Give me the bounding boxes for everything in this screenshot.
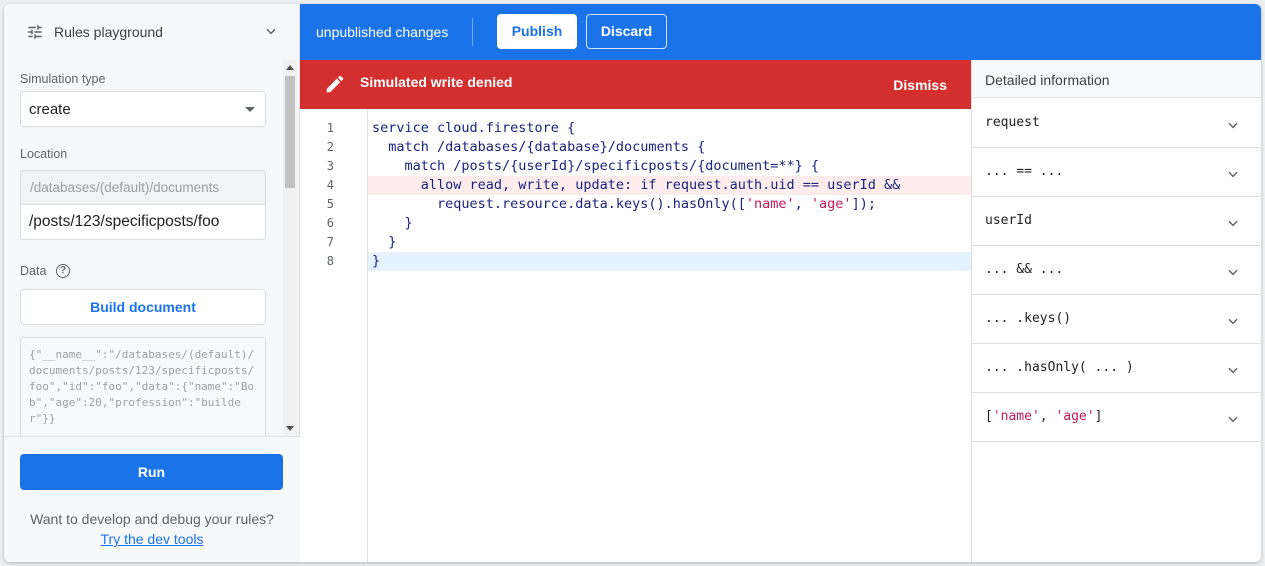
tune-icon [28, 25, 42, 39]
help-icon[interactable]: ? [56, 264, 70, 278]
detail-item-label: ... .hasOnly( ... ) [985, 360, 1134, 375]
location-input[interactable]: /posts/123/specificposts/foo [20, 204, 266, 240]
build-document-button[interactable]: Build document [20, 289, 266, 325]
chevron-down-icon[interactable] [1226, 167, 1240, 181]
playground-form: Simulation type create Location /databas… [4, 60, 300, 436]
playground-header[interactable]: Rules playground [4, 4, 300, 60]
code-line[interactable]: match /databases/{database}/documents { [368, 138, 971, 157]
line-number: 3 [326, 159, 334, 173]
chevron-down-icon[interactable] [1226, 265, 1240, 279]
code-line[interactable]: match /posts/{userId}/specificposts/{doc… [368, 157, 971, 176]
simulation-result-message: Simulated write denied [360, 74, 513, 90]
playground-title: Rules playground [54, 24, 163, 40]
detail-item-label: request [985, 115, 1040, 130]
simulation-type-value: create [29, 100, 71, 118]
scrollbar-thumb[interactable] [285, 76, 295, 188]
playground-panel: Rules playground Simulation type create … [4, 4, 300, 562]
simulation-type-select[interactable]: create [20, 91, 266, 127]
line-number: 5 [326, 197, 334, 211]
detail-item-label: ... == ... [985, 164, 1064, 179]
form-scrollbar[interactable] [283, 60, 297, 436]
detail-item[interactable]: ['name', 'age'] [972, 393, 1260, 442]
data-label: Data [20, 264, 47, 278]
code-line[interactable]: } [368, 214, 971, 233]
playground-footer: Run Want to develop and debug your rules… [4, 436, 300, 562]
dropdown-caret-icon [245, 107, 255, 112]
rules-code-editor[interactable]: 1 2 3 4 5 6 7 8 service cloud.firestore … [300, 109, 971, 562]
simulation-result-banner: Simulated write denied Dismiss [300, 60, 971, 109]
detailed-information-panel: Detailed information request ... == ... … [971, 60, 1261, 562]
chevron-down-icon[interactable] [1226, 216, 1240, 230]
code-line[interactable]: service cloud.firestore { [368, 119, 971, 138]
dev-tools-link[interactable]: Try the dev tools [4, 531, 300, 547]
detail-item[interactable]: userId [972, 197, 1260, 246]
divider [472, 18, 473, 46]
detailed-information-title: Detailed information [972, 60, 1261, 98]
line-number: 6 [326, 216, 334, 230]
pencil-icon [326, 75, 344, 93]
detail-item-label: userId [985, 213, 1032, 228]
dev-tools-prompt: Want to develop and debug your rules? [30, 511, 274, 527]
chevron-down-icon[interactable] [1226, 314, 1240, 328]
publish-button[interactable]: Publish [497, 14, 577, 49]
detail-item[interactable]: ... && ... [972, 246, 1260, 295]
line-number: 1 [326, 121, 334, 135]
location-prefix: /databases/(default)/documents [20, 170, 266, 204]
run-button[interactable]: Run [20, 454, 283, 490]
location-label: Location [20, 147, 68, 161]
unpublished-status: unpublished changes [316, 24, 449, 40]
chevron-down-icon[interactable] [264, 24, 278, 38]
detail-item[interactable]: ... == ... [972, 148, 1260, 197]
detail-item-label: ... .keys() [985, 311, 1072, 326]
publish-bar: unpublished changes Publish Discard [300, 4, 1261, 60]
detail-item-label: ['name', 'age'] [985, 409, 1103, 424]
dismiss-button[interactable]: Dismiss [893, 77, 947, 93]
line-number: 8 [326, 254, 334, 268]
line-number: 4 [326, 178, 334, 192]
detail-item[interactable]: ... .hasOnly( ... ) [972, 344, 1260, 393]
code-line-current[interactable]: } [368, 252, 971, 271]
scroll-up-arrow-icon[interactable] [286, 65, 294, 70]
line-number-gutter: 1 2 3 4 5 6 7 8 [300, 109, 368, 562]
code-line[interactable]: } [368, 233, 971, 252]
chevron-down-icon[interactable] [1226, 412, 1240, 426]
detail-item[interactable]: request [972, 99, 1260, 148]
simulation-type-label: Simulation type [20, 72, 106, 86]
discard-button[interactable]: Discard [586, 14, 667, 49]
code-line-error[interactable]: allow read, write, update: if request.au… [368, 176, 971, 195]
chevron-down-icon[interactable] [1226, 118, 1240, 132]
detail-item[interactable]: ... .keys() [972, 295, 1260, 344]
rules-playground-window: Rules playground Simulation type create … [4, 4, 1261, 562]
document-json-preview[interactable]: {"__name__":"/databases/(default)/docume… [20, 337, 266, 436]
code-line[interactable]: request.resource.data.keys().hasOnly(['n… [368, 195, 971, 214]
chevron-down-icon[interactable] [1226, 363, 1240, 377]
line-number: 7 [326, 235, 334, 249]
detail-item-label: ... && ... [985, 262, 1064, 277]
scroll-down-arrow-icon[interactable] [286, 426, 294, 431]
line-number: 2 [326, 140, 334, 154]
